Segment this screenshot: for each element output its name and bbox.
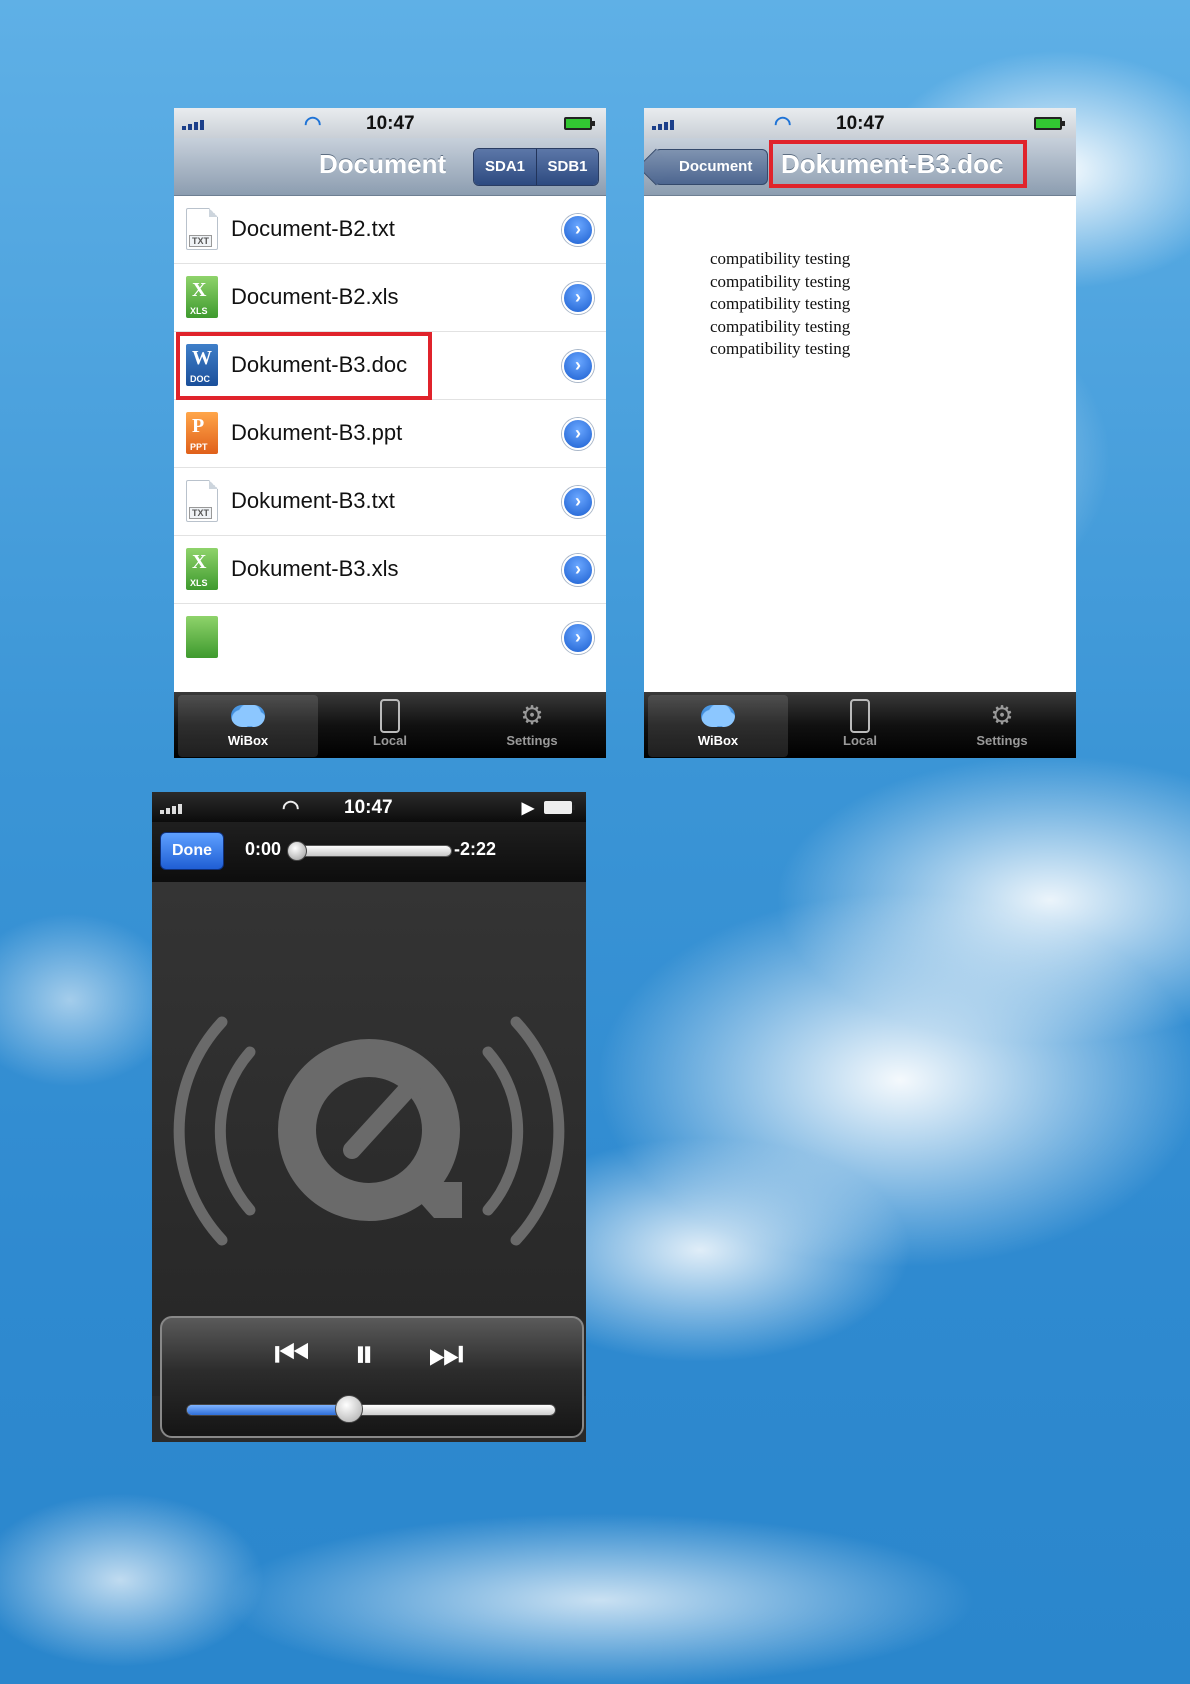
file-row[interactable]: TXT Dokument-B3.txt › xyxy=(174,468,606,536)
tab-bar: WiBox Local ⚙ Settings xyxy=(174,692,606,758)
battery-icon xyxy=(1034,117,1065,130)
playback-scrubber[interactable] xyxy=(287,841,452,861)
document-title: Dokument-B3.doc xyxy=(781,149,1004,179)
chevron-right-icon[interactable]: › xyxy=(562,282,594,314)
document-viewer-screen: ◠ 10:47 Document Dokument-B3.doc compati… xyxy=(644,108,1076,758)
nav-bar: Document SDA1 SDB1 xyxy=(174,138,606,196)
file-row[interactable]: X XLS Dokument-B3.xls › xyxy=(174,536,606,604)
status-bar: ◠ 10:47 ▶ xyxy=(152,792,586,822)
xls-file-icon: X XLS xyxy=(186,276,218,318)
tab-local[interactable]: Local xyxy=(790,695,930,757)
document-line: compatibility testing xyxy=(710,249,851,268)
tab-settings[interactable]: ⚙ Settings xyxy=(462,695,602,757)
file-name: Dokument-B3.ppt xyxy=(231,420,403,445)
txt-file-icon: TXT xyxy=(186,208,218,250)
file-name: Dokument-B3.txt xyxy=(231,488,395,513)
file-row[interactable]: P PPT Dokument-B3.ppt › xyxy=(174,400,606,468)
gear-icon: ⚙ xyxy=(520,700,544,730)
tab-bar: WiBox Local ⚙ Settings xyxy=(644,692,1076,758)
status-bar: ◠ 10:47 xyxy=(644,108,1076,138)
txt-file-icon: TXT xyxy=(186,480,218,522)
chevron-right-icon[interactable]: › xyxy=(562,486,594,518)
previous-track-icon[interactable]: ⏮ xyxy=(274,1332,310,1376)
pause-icon[interactable]: ⏸ xyxy=(354,1332,374,1376)
signal-icon xyxy=(182,118,208,130)
player-top-bar: Done 0:00 -2:22 xyxy=(152,822,586,882)
battery-icon xyxy=(544,801,575,814)
document-line: compatibility testing xyxy=(710,339,851,358)
file-name: Dokument-B3.doc xyxy=(231,352,408,377)
chevron-right-icon[interactable]: › xyxy=(562,622,594,654)
status-bar: ◠ 10:47 xyxy=(174,108,606,138)
play-indicator-icon: ▶ xyxy=(521,800,534,817)
media-player-screen: ◠ 10:47 ▶ Done 0:00 -2:22 ⏮ ⏸ ⏭ xyxy=(152,792,586,1442)
gear-icon: ⚙ xyxy=(990,700,1014,730)
segment-sda1[interactable]: SDA1 xyxy=(474,149,536,185)
file-row[interactable]: TXT Document-B2.txt › xyxy=(174,196,606,264)
tab-local[interactable]: Local xyxy=(320,695,460,757)
ppt-file-icon: P PPT xyxy=(186,412,218,454)
tab-wibox[interactable]: WiBox xyxy=(178,695,318,757)
chevron-right-icon[interactable]: › xyxy=(562,418,594,450)
document-content: compatibility testing compatibility test… xyxy=(644,196,1076,692)
volume-slider[interactable] xyxy=(186,1404,556,1416)
scrubber-thumb[interactable] xyxy=(287,841,307,861)
document-line: compatibility testing xyxy=(710,316,851,336)
file-row[interactable]: W DOC Dokument-B3.doc › xyxy=(174,332,606,400)
next-track-icon[interactable]: ⏭ xyxy=(428,1332,464,1376)
tab-wibox[interactable]: WiBox xyxy=(648,695,788,757)
volume-fill xyxy=(187,1405,349,1415)
cloud-icon xyxy=(231,705,265,727)
battery-icon xyxy=(564,117,595,130)
volume-thumb[interactable] xyxy=(334,1395,363,1423)
xls-file-icon: X XLS xyxy=(186,548,218,590)
tab-settings[interactable]: ⚙ Settings xyxy=(932,695,1072,757)
wifi-icon: ◠ xyxy=(774,113,792,135)
nav-bar: Document Dokument-B3.doc xyxy=(644,138,1076,196)
status-time: 10:47 xyxy=(344,797,393,818)
signal-icon xyxy=(652,118,678,130)
done-button[interactable]: Done xyxy=(160,832,224,870)
document-line: compatibility testing xyxy=(710,294,851,313)
page-title: Document xyxy=(319,149,447,179)
phone-icon xyxy=(380,699,400,733)
elapsed-time: 0:00 xyxy=(245,839,282,859)
file-browser-screen: ◠ 10:47 Document SDA1 SDB1 TXT Document-… xyxy=(174,108,606,758)
segment-sdb1[interactable]: SDB1 xyxy=(536,149,598,185)
file-name: Dokument-B3.xls xyxy=(231,556,399,581)
file-row[interactable]: X XLS Document-B2.xls › xyxy=(174,264,606,332)
status-time: 10:47 xyxy=(836,113,885,134)
chevron-right-icon[interactable]: › xyxy=(562,554,594,586)
file-list: TXT Document-B2.txt › X XLS Document-B2.x… xyxy=(174,196,606,738)
doc-file-icon: W DOC xyxy=(186,344,218,386)
wifi-icon: ◠ xyxy=(282,797,300,819)
chevron-right-icon[interactable]: › xyxy=(562,350,594,382)
status-time: 10:47 xyxy=(366,113,415,134)
document-line: compatibility testing xyxy=(710,271,851,291)
xls-file-icon xyxy=(186,616,218,658)
wifi-icon: ◠ xyxy=(304,113,322,135)
remaining-time: -2:22 xyxy=(454,839,497,859)
phone-icon xyxy=(850,699,870,733)
signal-icon xyxy=(160,802,186,814)
file-row-partial[interactable]: › xyxy=(174,604,606,672)
file-name: Document-B2.txt xyxy=(231,216,395,241)
cloud-icon xyxy=(701,705,735,727)
storage-segmented-control: SDA1 SDB1 xyxy=(473,148,599,186)
back-button[interactable]: Document xyxy=(654,149,768,185)
file-name: Document-B2.xls xyxy=(231,284,399,309)
playback-controls: ⏮ ⏸ ⏭ xyxy=(160,1316,584,1438)
chevron-right-icon[interactable]: › xyxy=(562,214,594,246)
